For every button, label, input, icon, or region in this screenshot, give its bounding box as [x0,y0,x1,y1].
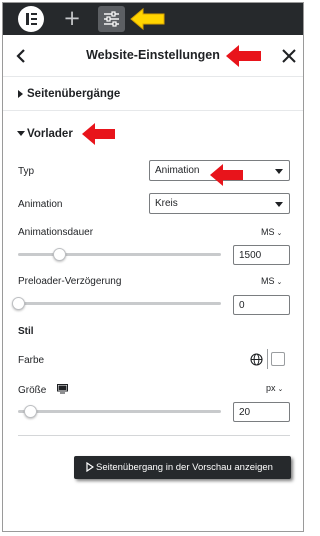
logo-mark [31,13,37,15]
dropdown-triangle-icon [275,202,283,207]
size-unit-select[interactable]: px ⌄ [266,383,283,393]
desktop-icon[interactable] [57,384,69,394]
section-title: Seitenübergänge [27,88,121,100]
duration-label: Animationsdauer [18,227,94,238]
sliders-icon [104,11,119,27]
color-swatch[interactable] [271,352,285,366]
preview-transition-button[interactable]: Seitenübergang in der Vorschau anzeigen [74,456,291,479]
type-select-value: Animation [155,165,200,176]
site-settings-button[interactable] [98,6,125,32]
delay-input[interactable]: 0 [233,295,290,315]
size-slider-track[interactable] [18,410,221,413]
animation-select[interactable]: Kreis [149,193,290,214]
elementor-logo-button[interactable] [18,6,44,32]
delay-unit-select[interactable]: MS ⌄ [261,276,282,286]
color-label: Farbe [18,355,45,366]
size-input-value: 20 [239,407,251,418]
annotation-yellow-arrow-icon [130,7,165,31]
chevron-down-icon: ⌄ [277,386,284,393]
add-element-button[interactable]: + [60,7,84,31]
annotation-red-arrow-icon [226,45,261,67]
divider [267,349,268,369]
color-control[interactable] [246,349,290,371]
duration-slider-track[interactable] [18,253,221,256]
type-label: Typ [18,166,35,177]
annotation-red-arrow-icon [210,164,243,186]
size-slider-handle[interactable] [24,405,38,418]
animation-select-value: Kreis [155,198,178,209]
caret-right-icon [18,90,23,98]
dropdown-triangle-icon [275,169,283,174]
unit-label: MS [261,227,275,237]
delay-slider-handle[interactable] [12,297,25,310]
duration-slider-handle[interactable] [52,248,66,261]
unit-label: px [266,383,276,393]
logo-mark [26,13,29,25]
settings-panel: + Website-Einstellungen Seitenübergänge … [2,2,304,532]
section-divider [18,435,290,436]
chevron-down-icon: ⌄ [276,230,283,237]
delay-slider-track[interactable] [18,302,221,305]
size-label-text: Größe [18,385,47,396]
caret-down-icon [17,131,25,136]
preview-button-label: Seitenübergang in der Vorschau anzeigen [96,462,273,473]
delay-input-value: 0 [239,300,245,311]
panel-header: Website-Einstellungen [3,35,303,77]
close-icon[interactable] [279,46,299,66]
section-title: Vorlader [27,128,73,140]
size-label: Größe [18,383,69,396]
logo-mark [31,18,37,20]
delay-label: Preloader-Verzögerung [18,276,122,287]
logo-mark [31,23,37,25]
top-toolbar: + [3,3,303,35]
globe-icon[interactable] [250,353,263,366]
style-heading: Stil [18,326,34,337]
size-input[interactable]: 20 [233,402,290,422]
duration-input[interactable]: 1500 [233,245,290,265]
animation-label: Animation [18,199,63,210]
section-page-transitions[interactable]: Seitenübergänge [3,77,303,111]
unit-label: MS [261,276,275,286]
annotation-red-arrow-icon [82,123,115,145]
chevron-down-icon: ⌄ [276,279,283,286]
play-icon [86,462,94,472]
section-preloader[interactable]: Vorlader [3,117,303,151]
duration-unit-select[interactable]: MS ⌄ [261,227,282,237]
duration-input-value: 1500 [239,250,262,261]
